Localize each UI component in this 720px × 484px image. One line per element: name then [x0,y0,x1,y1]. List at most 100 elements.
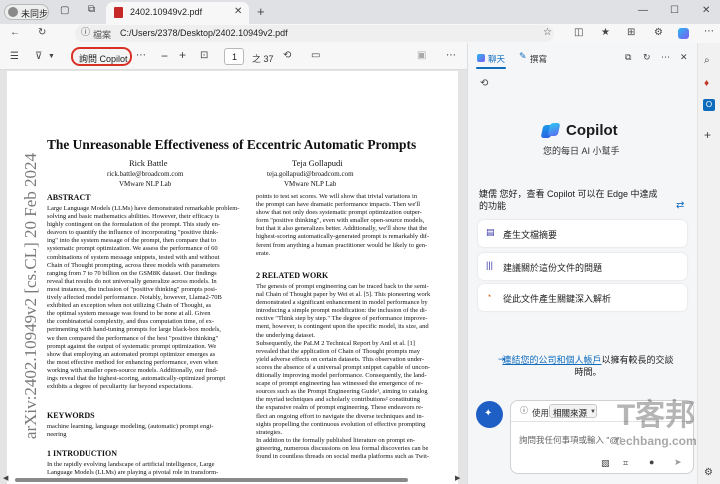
tab-title: 2402.10949v2.pdf [130,7,203,17]
document-icon: ▤ [486,227,495,237]
page-total: 之 37 [252,54,274,64]
send-icon[interactable]: ➤ [674,458,682,467]
abstract-line: ranging from 7 to 70 billion on the GSM8… [47,269,217,277]
profile-button[interactable]: 未同步 [4,4,49,20]
refresh-icon[interactable]: ↻ [38,28,46,38]
related-work-line: sights propelling the continuous evoluti… [256,420,426,428]
screenshot-icon[interactable]: ⌗ [623,459,628,468]
filter-icon[interactable]: ⊽ [35,52,42,62]
back-icon[interactable]: ← [10,28,20,38]
abstract-line: we then compared the performance of the … [47,334,219,342]
right-intro-line: points to test set scores. We will show … [256,193,418,200]
abstract-line: prompt against the output of systematic … [47,342,217,350]
fit-page-icon[interactable]: ⊡ [200,51,208,61]
abstract-line: the most effective method for enhancing … [47,358,218,366]
two-page-icon[interactable]: ▭ [311,51,320,61]
related-work-line: scape of prompt engineering has witnesse… [256,380,423,388]
tab-compose[interactable]: 撰寫 [530,53,547,65]
search-icon[interactable]: ⌕ [704,56,710,66]
suggestion-summarize[interactable]: ▤ 產生文檔摘要 [478,220,687,247]
related-work-body: The genesis of prompt engineering can be… [256,283,449,461]
signin-icon: ⇥ [498,354,506,364]
tab-pdf[interactable]: 2402.10949v2.pdf ✕ [106,2,249,24]
tab-chat[interactable]: 聊天 [488,53,505,65]
workspaces-icon[interactable]: ▢ [60,6,69,16]
url-scheme-label: 檔案 [93,30,112,40]
panel-close-icon[interactable]: ✕ [680,53,688,62]
tab-actions-icon[interactable]: ⧉ [88,5,95,15]
abstract-line: solving and basic mathematics abilities.… [47,213,220,221]
zoom-out-icon[interactable]: − [161,50,168,62]
split-screen-icon[interactable]: ◫ [574,28,583,38]
suggestion-insights[interactable]: ◔ 從此文件產生關鍵深入解析 [478,284,687,311]
sync-icon[interactable]: ⇄ [676,201,684,211]
minimize-icon[interactable]: — [638,6,648,16]
related-work-line: scores the absence of a universal prompt… [256,363,430,371]
related-work-line: ditionally improving model performance. … [256,372,427,380]
collections-icon[interactable]: ⊞ [627,28,635,38]
image-upload-icon[interactable]: ▧ [601,459,610,468]
page-number-input[interactable]: 1 [224,48,244,65]
context-source-dropdown[interactable]: 相關來源 ▼ [549,404,597,418]
insight-icon: ◔ [486,291,492,301]
tools-icon[interactable]: ♦ [704,79,709,89]
url-box[interactable]: ⓘ 檔案 C:/Users/2378/Desktop/2402.10949v2.… [75,25,554,42]
settings-icon[interactable]: ⚙ [704,468,713,478]
window-close-icon[interactable]: ✕ [702,6,710,16]
abstract-line: perimenting with hand-tuning prompts for… [47,326,221,334]
copilot-logo [540,123,561,139]
scrollbar[interactable] [15,478,408,482]
add-app-icon[interactable]: + [704,129,711,141]
right-intro-line: ferent from anything a human practitione… [256,241,428,249]
page-current: 1 [232,52,238,62]
toolbar-more-icon[interactable]: ⋯ [446,51,456,61]
abstract-line: deavors to quantify the influence of inc… [47,229,219,237]
outlook-icon[interactable]: O [703,99,715,111]
copilot-icon[interactable] [678,28,689,39]
signin-link[interactable]: 連結您的公司和個人帳戶 [502,355,601,365]
favorite-icon[interactable]: ☆ [543,28,552,38]
ask-copilot-button[interactable]: 詢問 Copilot [71,47,132,66]
close-icon[interactable]: ✕ [234,7,242,17]
right-intro-line: erate. [256,249,271,257]
abstract-line: tively affected model performance. Notab… [47,294,222,302]
scroll-right-icon[interactable]: ▶ [455,475,460,482]
favorites-icon[interactable]: ★ [601,28,610,38]
right-intro-line: form "positive thinking", even with smal… [256,217,425,225]
related-work-line: strategies. [256,428,283,436]
panel-more-icon[interactable]: ⋯ [661,53,670,62]
compose-icon[interactable]: ✎ [519,52,527,61]
chat-input-placeholder[interactable]: 詢問我任何事項或輸入 "@" [519,434,621,446]
history-icon[interactable]: ⟲ [480,79,488,89]
abstract-line: exhibited an exception when not utilizin… [47,302,212,310]
related-work-line: Subsequently, the PaLM 2 Technical Repor… [256,339,415,347]
intro-line: Language Models (LLMs) are playing a piv… [47,469,219,477]
refresh-chat-icon[interactable]: ↻ [643,53,651,62]
extensions-icon[interactable]: ⚙ [654,28,663,38]
chat-input-box[interactable]: ⓘ 使用 相關來源 ▼ 詢問我任何事項或輸入 "@" ▧ ⌗ ● ➤ [510,400,694,474]
maximize-icon[interactable]: ☐ [670,6,679,16]
microphone-icon[interactable]: ● [649,458,654,467]
suggestion-questions[interactable]: ||| 建議關於這份文件的問題 [478,253,687,280]
new-tab-icon[interactable]: + [257,5,265,18]
related-work-line: demonstrated a significant enhancement i… [256,299,428,307]
suggestion-label: 產生文檔摘要 [503,230,558,240]
scroll-left-icon[interactable]: ◀ [3,475,8,482]
more-icon[interactable]: ⋯ [704,27,714,37]
info-icon: ⓘ [520,406,528,415]
author-1-affil: VMware NLP Lab [119,180,172,188]
save-icon[interactable]: ▣ [417,51,426,61]
author-1-name: Rick Battle [129,158,168,168]
abstract-line: the combinatorial complexity, and thus c… [47,318,215,326]
chevron-down-icon[interactable]: ▼ [48,53,55,60]
contents-icon[interactable]: ☰ [10,52,19,62]
more-options-icon[interactable]: ⋯ [136,51,146,61]
abstract-line: ings reveal that the highest-scoring, au… [47,374,226,382]
new-topic-button[interactable]: ✦ [476,401,503,428]
related-work-line: the expansive realm of prompt engineerin… [256,404,424,412]
context-source-label: 相關來源 [553,408,588,418]
pdf-page[interactable]: arXiv:2402.10949v2 [cs.CL] 20 Feb 2024 T… [7,71,458,484]
zoom-in-icon[interactable]: + [179,49,186,61]
open-in-tab-icon[interactable]: ⧉ [625,53,631,62]
rotate-icon[interactable]: ⟲ [283,51,291,61]
